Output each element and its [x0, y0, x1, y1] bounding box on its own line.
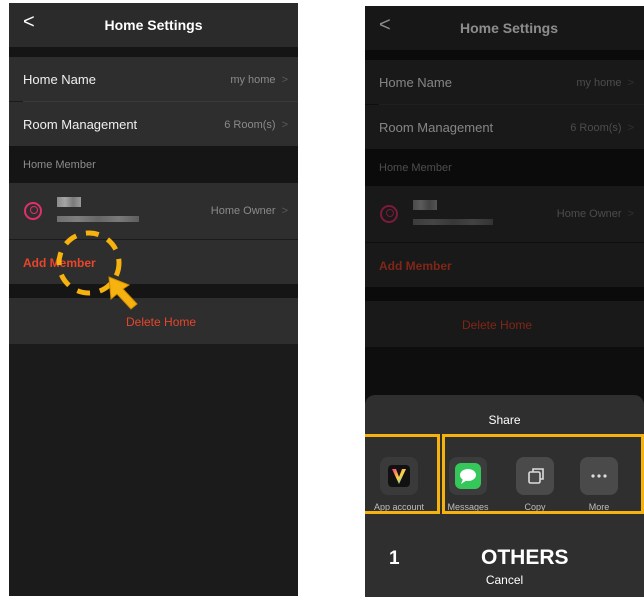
annotation-label-1: 1 — [389, 548, 400, 569]
room-management-row[interactable]: Room Management 6 Room(s) > — [9, 102, 298, 146]
right-phone-screen: < Home Settings Home Name my home > Room … — [365, 6, 644, 597]
home-name-row[interactable]: Home Name my home > — [9, 57, 298, 101]
home-name-value: my home — [230, 74, 276, 86]
chevron-right-icon: > — [281, 119, 288, 131]
chevron-right-icon: > — [281, 74, 288, 86]
annotation-label-others: OTHERS — [481, 546, 569, 569]
cancel-button[interactable]: Cancel — [365, 573, 644, 587]
home-member-label: Home Member — [23, 159, 96, 171]
blurred-member-name — [57, 197, 81, 207]
header-bar: < Home Settings — [9, 3, 298, 47]
share-title: Share — [488, 413, 521, 427]
left-phone-screen: < Home Settings Home Name my home > Room … — [9, 3, 298, 596]
avatar-icon — [24, 202, 42, 220]
blurred-member-id — [57, 216, 139, 222]
home-name-label: Home Name — [23, 72, 96, 87]
highlight-box-app-account — [365, 434, 440, 514]
section-gap — [9, 47, 298, 57]
pointer-arrow-icon — [108, 276, 138, 310]
page-title: Home Settings — [104, 17, 203, 33]
tutorial-highlight-overlay — [56, 230, 138, 310]
chevron-right-icon: > — [281, 205, 288, 217]
room-management-label: Room Management — [23, 117, 138, 132]
room-count-value: 6 Room(s) — [224, 119, 276, 131]
highlight-box-others — [442, 434, 644, 514]
member-section-header: Home Member — [9, 146, 298, 183]
member-role: Home Owner — [210, 205, 276, 217]
